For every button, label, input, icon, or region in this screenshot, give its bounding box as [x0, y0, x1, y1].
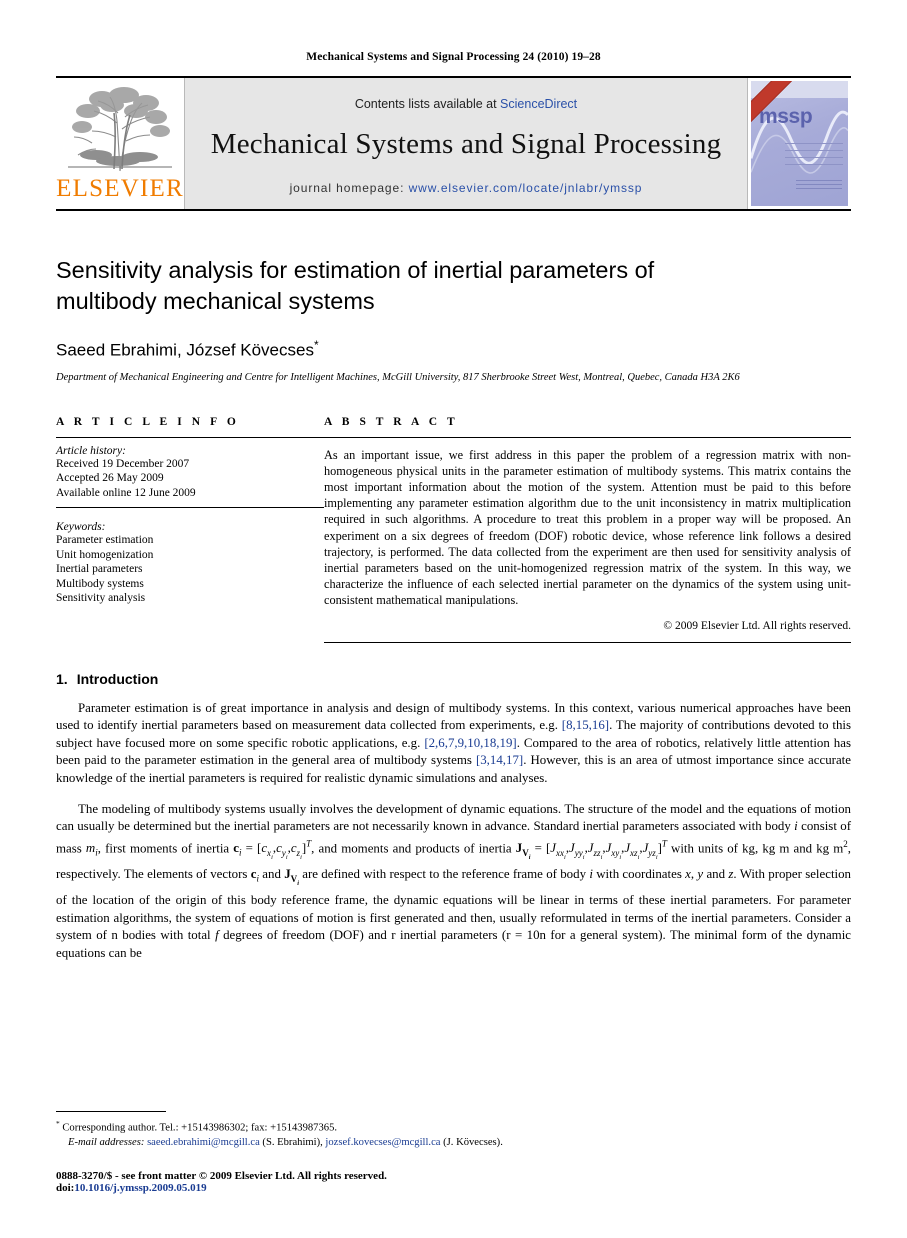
- cover-sciencedirect-mark: [796, 180, 842, 192]
- abstract-column: A B S T R A C T As an important issue, w…: [324, 416, 851, 643]
- intro-p2-text-7: and: [259, 867, 285, 881]
- journal-article-page: Mechanical Systems and Signal Processing…: [0, 0, 907, 1238]
- contents-available-line: Contents lists available at ScienceDirec…: [355, 97, 577, 111]
- corresponding-author-text: Corresponding author. Tel.: +15143986302…: [62, 1123, 338, 1134]
- keyword-item: Inertial parameters: [56, 563, 143, 576]
- article-info-column: A R T I C L E I N F O Article history: R…: [56, 416, 324, 643]
- citation-ref[interactable]: [3,14,17]: [476, 753, 523, 767]
- history-available-online: Available online 12 June 2009: [56, 486, 196, 499]
- abstract-text: As an important issue, we first address …: [324, 447, 851, 608]
- keyword-item: Multibody systems: [56, 577, 144, 590]
- footnote-rule: [56, 1111, 166, 1113]
- math-inertia-vector: JVi = [Jxxi,Jyyi,Jzzi,Jxyi,Jxzi,Jyzi]T: [515, 838, 667, 861]
- math-first-moments: ci = [cxi,cyi,czi]T: [233, 838, 312, 861]
- intro-p2-text-9: with coordinates: [592, 867, 686, 881]
- history-received: Received 19 December 2007: [56, 457, 190, 470]
- email-name-2: (J. Kövecses).: [440, 1137, 503, 1148]
- article-info-heading: A R T I C L E I N F O: [56, 415, 240, 428]
- email-link-2[interactable]: jozsef.kovecses@mcgill.ca: [325, 1137, 440, 1148]
- journal-masthead: ELSEVIER Contents lists available at Sci…: [56, 76, 851, 211]
- keyword-item: Unit homogenization: [56, 548, 154, 561]
- email-addresses-note: E-mail addresses: saeed.ebrahimi@mcgill.…: [56, 1136, 851, 1150]
- info-rule-top: [56, 436, 324, 438]
- sciencedirect-link[interactable]: ScienceDirect: [500, 97, 577, 111]
- elsevier-tree-icon: [62, 83, 178, 175]
- masthead-center: Contents lists available at ScienceDirec…: [185, 78, 747, 209]
- info-rule-middle: [56, 507, 324, 509]
- journal-title: Mechanical Systems and Signal Processing: [210, 127, 722, 160]
- abstract-heading: A B S T R A C T: [324, 415, 459, 428]
- page-footer: 0888-3270/$ - see front matter © 2009 El…: [56, 1170, 851, 1194]
- running-head: Mechanical Systems and Signal Processing…: [306, 51, 601, 63]
- info-abstract-region: A R T I C L E I N F O Article history: R…: [56, 416, 851, 643]
- doi-line: doi:10.1016/j.ymssp.2009.05.019: [56, 1182, 851, 1194]
- citation-ref[interactable]: [2,6,7,9,10,18,19]: [424, 736, 516, 750]
- math-mass-symbol: mi: [85, 841, 98, 858]
- math-j-vector: JVi: [284, 867, 299, 887]
- homepage-url-link[interactable]: www.elsevier.com/locate/jnlabr/ymssp: [409, 181, 643, 195]
- section-number: 1.: [56, 670, 68, 687]
- abstract-rule-bottom: [324, 641, 851, 643]
- intro-p2-text-5: with units of kg, kg m and kg m: [666, 841, 844, 856]
- article-title-block: Sensitivity analysis for estimation of i…: [56, 255, 851, 383]
- email-name-1: (S. Ebrahimi),: [259, 1137, 326, 1148]
- footnote-marker: *: [56, 1119, 60, 1129]
- math-coord-y: y: [697, 867, 704, 881]
- page-title: Sensitivity analysis for estimation of i…: [56, 257, 655, 314]
- introduction-section: 1. Introduction Parameter estimation is o…: [56, 671, 851, 963]
- affiliation: Department of Mechanical Engineering and…: [56, 371, 740, 383]
- intro-paragraph-1: Parameter estimation is of great importa…: [56, 700, 851, 788]
- intro-paragraph-2: The modeling of multibody systems usuall…: [56, 801, 852, 960]
- citation-ref[interactable]: [8,15,16]: [562, 718, 609, 732]
- keywords-block: Keywords: Parameter estimation Unit homo…: [56, 521, 324, 606]
- math-c-vector: ci: [250, 867, 259, 884]
- cover-artwork: mssp: [751, 81, 848, 206]
- contents-prefix: Contents lists available at: [354, 96, 501, 111]
- email-link-1[interactable]: saeed.ebrahimi@mcgill.ca: [147, 1137, 260, 1148]
- author-list: Saeed Ebrahimi, József Kövecses*: [56, 338, 851, 361]
- doi-label: doi:: [56, 1182, 75, 1194]
- footnote-block: * Corresponding author. Tel.: +151439863…: [56, 1111, 851, 1150]
- journal-homepage-line: journal homepage: www.elsevier.com/locat…: [290, 181, 643, 195]
- math-coordinates: x: [685, 867, 691, 881]
- corresponding-author-marker: *: [313, 338, 319, 352]
- keyword-item: Parameter estimation: [56, 534, 154, 547]
- section-label: Introduction: [76, 670, 159, 687]
- article-history-block: Article history: Received 19 December 20…: [56, 445, 324, 501]
- intro-p2-text-4: , and moments and products of inertia: [311, 841, 516, 856]
- elsevier-logo-box: ELSEVIER: [56, 78, 185, 209]
- homepage-prefix: journal homepage:: [289, 180, 409, 195]
- history-accepted: Accepted 26 May 2009: [56, 472, 164, 485]
- article-history-label: Article history:: [56, 444, 126, 457]
- intro-p2-text-3: , first moments of inertia: [97, 841, 234, 856]
- intro-p2-text-1: The modeling of multibody systems usuall…: [56, 801, 851, 834]
- cover-text-lines: [785, 143, 843, 171]
- keywords-label: Keywords:: [56, 521, 106, 534]
- keyword-item: Sensitivity analysis: [56, 592, 146, 605]
- issn-front-matter-line: 0888-3270/$ - see front matter © 2009 El…: [56, 1170, 387, 1182]
- elsevier-wordmark: ELSEVIER: [56, 175, 184, 202]
- cover-journal-abbrev: mssp: [759, 105, 813, 128]
- doi-link[interactable]: 10.1016/j.ymssp.2009.05.019: [74, 1182, 206, 1194]
- section-heading-introduction: 1. Introduction: [56, 671, 851, 687]
- abstract-copyright: © 2009 Elsevier Ltd. All rights reserved…: [663, 619, 851, 632]
- intro-p2-text-8: are defined with respect to the referenc…: [298, 867, 590, 881]
- email-label: E-mail addresses:: [68, 1137, 145, 1148]
- corresponding-author-note: * Corresponding author. Tel.: +151439863…: [56, 1117, 851, 1136]
- abstract-rule-top: [324, 436, 851, 438]
- journal-cover-thumbnail: mssp: [747, 78, 851, 209]
- author-names: Saeed Ebrahimi, József Kövecses: [56, 340, 314, 360]
